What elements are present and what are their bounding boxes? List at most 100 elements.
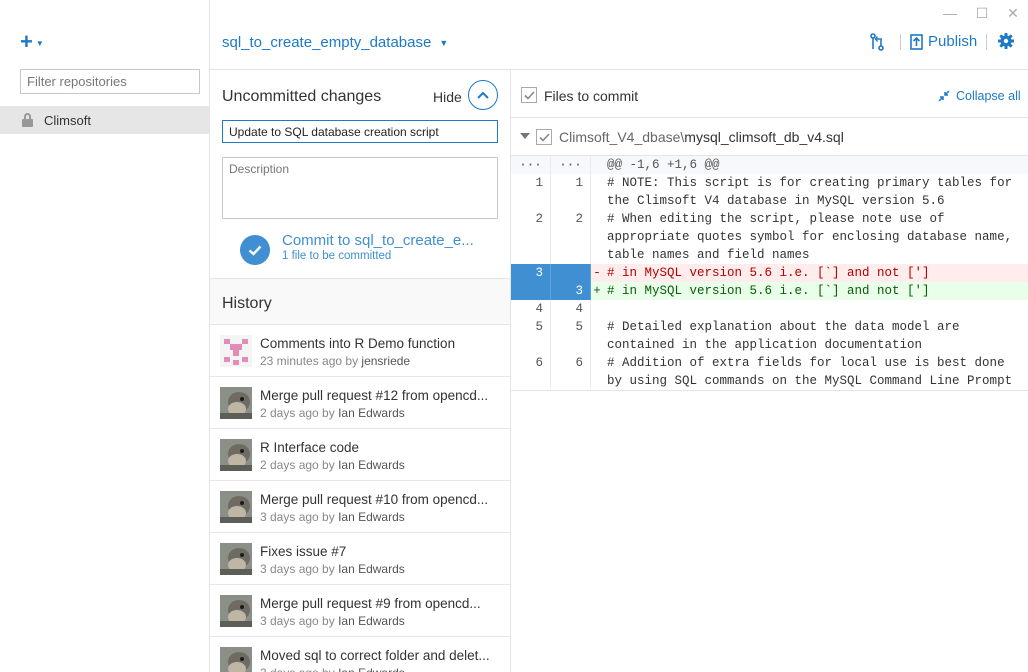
changes-panel: Uncommitted changes Hide Commit to sql_t… bbox=[210, 70, 511, 672]
publish-label: Publish bbox=[928, 33, 978, 50]
pull-request-icon[interactable] bbox=[870, 33, 884, 51]
filter-repositories-input[interactable] bbox=[20, 69, 200, 94]
hide-button[interactable] bbox=[468, 80, 498, 110]
history-message: Moved sql to correct folder and delet... bbox=[260, 648, 490, 663]
diff-line-ctx: 6 6 # Addition of extra fields for local… bbox=[511, 354, 1028, 390]
old-line-number: 4 bbox=[511, 300, 551, 318]
history-time: 2 days ago by bbox=[260, 458, 335, 472]
maximize-button[interactable]: ☐ bbox=[974, 5, 990, 22]
history-title: History bbox=[222, 295, 272, 312]
diff-sign: - bbox=[591, 264, 603, 282]
diff-sign bbox=[591, 156, 603, 174]
avatar bbox=[220, 647, 252, 672]
commit-summary-input[interactable] bbox=[222, 120, 498, 143]
checkmark-icon bbox=[538, 132, 550, 142]
history-item[interactable]: R Interface code 2 days ago by Ian Edwar… bbox=[210, 429, 510, 481]
history-message: Comments into R Demo function bbox=[260, 336, 456, 351]
diff-code: # in MySQL version 5.6 i.e. [`] and not … bbox=[603, 264, 1028, 282]
diff-sign bbox=[591, 300, 603, 318]
history-item[interactable]: Comments into R Demo function 23 minutes… bbox=[210, 325, 510, 377]
diff-view: ··· ··· @@ -1,6 +1,6 @@ 1 1 # NOTE: This… bbox=[511, 156, 1028, 391]
history-header: History bbox=[210, 278, 510, 325]
files-to-commit-checkbox[interactable] bbox=[521, 87, 537, 103]
repository-item-climsoft[interactable]: Climsoft bbox=[0, 106, 209, 134]
history-time: 2 days ago by bbox=[260, 406, 335, 420]
diff-sign bbox=[591, 354, 603, 390]
file-checkbox[interactable] bbox=[536, 129, 552, 145]
old-line-number: 2 bbox=[511, 210, 551, 264]
publish-button[interactable]: Publish bbox=[910, 33, 977, 50]
history-item[interactable]: Merge pull request #9 from opencd... 3 d… bbox=[210, 585, 510, 637]
diff-line-ctx: 4 4 bbox=[511, 300, 1028, 318]
diff-sign bbox=[591, 210, 603, 264]
lock-icon bbox=[22, 113, 33, 127]
diff-sign: + bbox=[591, 282, 603, 300]
diff-sign bbox=[591, 174, 603, 210]
diff-panel: Files to commit Collapse all Climsoft_V4… bbox=[511, 70, 1028, 672]
new-line-number: 4 bbox=[551, 300, 591, 318]
minimize-button[interactable]: — bbox=[942, 5, 958, 21]
file-directory: Climsoft_V4_dbase\ bbox=[559, 129, 685, 145]
branch-selector[interactable]: sql_to_create_empty_database ▼ bbox=[222, 34, 448, 51]
new-line-number: ··· bbox=[551, 156, 591, 174]
history-author: jensriede bbox=[361, 354, 411, 368]
history-message: Merge pull request #9 from opencd... bbox=[260, 596, 481, 611]
old-line-number: 5 bbox=[511, 318, 551, 354]
add-repository-button[interactable]: + ▼ bbox=[20, 31, 50, 53]
publish-icon bbox=[910, 33, 923, 50]
collapse-all-label: Collapse all bbox=[956, 89, 1021, 103]
files-header: Files to commit Collapse all bbox=[511, 70, 1028, 118]
new-line-number: 2 bbox=[551, 210, 591, 264]
collapse-all-button[interactable]: Collapse all bbox=[938, 89, 1021, 103]
history-author: Ian Edwards bbox=[338, 666, 405, 672]
diff-line-ctx: 5 5 # Detailed explanation about the dat… bbox=[511, 318, 1028, 354]
repository-name: Climsoft bbox=[44, 112, 91, 128]
history-meta: 3 days ago by Ian Edwards bbox=[260, 614, 405, 628]
history-author: Ian Edwards bbox=[338, 406, 405, 420]
collapse-icon bbox=[938, 90, 950, 102]
diff-code: # When editing the script, please note u… bbox=[607, 212, 1020, 262]
uncommitted-changes-title: Uncommitted changes bbox=[222, 88, 382, 105]
expand-triangle-icon[interactable] bbox=[520, 133, 530, 139]
caret-down-icon: ▼ bbox=[35, 38, 44, 48]
history-meta: 2 days ago by Ian Edwards bbox=[260, 458, 405, 472]
gear-icon[interactable] bbox=[998, 33, 1014, 49]
hide-label[interactable]: Hide bbox=[433, 89, 462, 105]
diff-line-add: 3 + # in MySQL version 5.6 i.e. [`] and … bbox=[511, 282, 1028, 300]
history-time: 3 days ago by bbox=[260, 666, 335, 672]
history-author: Ian Edwards bbox=[338, 510, 405, 524]
file-row: Climsoft_V4_dbase\mysql_climsoft_db_v4.s… bbox=[511, 118, 1028, 156]
old-line-number: 1 bbox=[511, 174, 551, 210]
diff-line-del: 3 - # in MySQL version 5.6 i.e. [`] and … bbox=[511, 264, 1028, 282]
chevron-up-icon bbox=[477, 91, 489, 99]
commit-description-input[interactable] bbox=[222, 157, 498, 219]
close-button[interactable]: ✕ bbox=[1005, 5, 1021, 22]
file-name: mysql_climsoft_db_v4.sql bbox=[684, 129, 844, 145]
commit-button[interactable]: Commit to sql_to_create_e... 1 file to b… bbox=[240, 233, 474, 265]
avatar bbox=[220, 491, 252, 523]
history-meta: 23 minutes ago by jensriede bbox=[260, 354, 410, 368]
history-list: Comments into R Demo function 23 minutes… bbox=[210, 325, 510, 672]
diff-code: # Detailed explanation about the data mo… bbox=[607, 320, 968, 352]
diff-line-hunk: ··· ··· @@ -1,6 +1,6 @@ bbox=[511, 156, 1028, 174]
old-line-number: 3 bbox=[511, 264, 551, 282]
history-meta: 2 days ago by Ian Edwards bbox=[260, 406, 405, 420]
avatar bbox=[220, 387, 252, 419]
history-message: Fixes issue #7 bbox=[260, 544, 347, 559]
history-item[interactable]: Fixes issue #7 3 days ago by Ian Edwards bbox=[210, 533, 510, 585]
history-message: Merge pull request #10 from opencd... bbox=[260, 492, 489, 507]
top-bar: sql_to_create_empty_database ▼ — ☐ ✕ Pub… bbox=[210, 0, 1028, 70]
diff-code: # NOTE: This script is for creating prim… bbox=[607, 176, 1020, 208]
commit-title: Commit to sql_to_create_e... bbox=[282, 232, 474, 249]
history-meta: 3 days ago by Ian Edwards bbox=[260, 510, 405, 524]
diff-code: # in MySQL version 5.6 i.e. [`] and not … bbox=[603, 282, 1028, 300]
history-item[interactable]: Merge pull request #10 from opencd... 3 … bbox=[210, 481, 510, 533]
history-item[interactable]: Merge pull request #12 from opencd... 2 … bbox=[210, 377, 510, 429]
file-path: Climsoft_V4_dbase\mysql_climsoft_db_v4.s… bbox=[559, 129, 844, 145]
diff-line-ctx: 1 1 # NOTE: This script is for creating … bbox=[511, 174, 1028, 210]
old-line-number: ··· bbox=[511, 156, 551, 174]
files-to-commit-label: Files to commit bbox=[544, 88, 639, 104]
history-meta: 3 days ago by Ian Edwards bbox=[260, 666, 405, 672]
history-time: 3 days ago by bbox=[260, 510, 335, 524]
history-item[interactable]: Moved sql to correct folder and delet...… bbox=[210, 637, 510, 672]
